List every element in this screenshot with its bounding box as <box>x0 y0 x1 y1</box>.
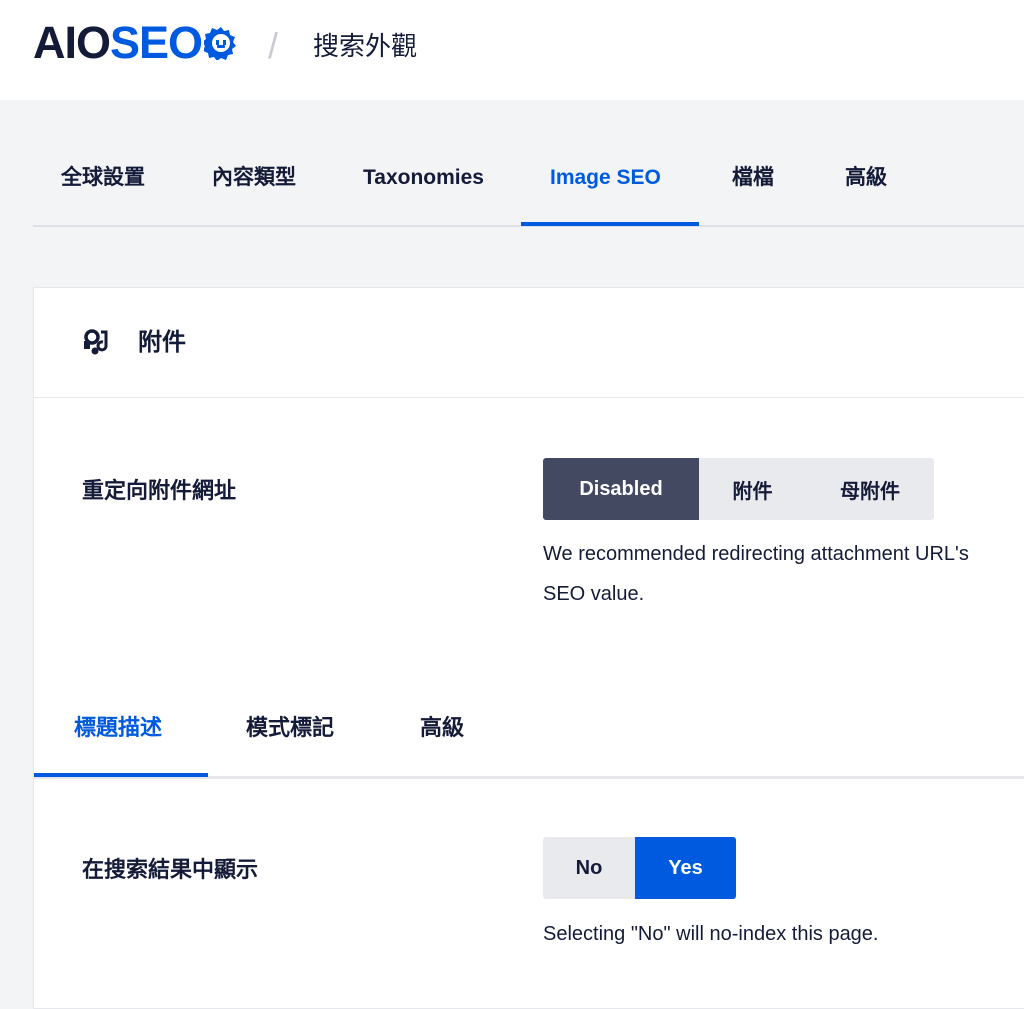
tab-archives[interactable]: 檔檔 <box>732 163 774 223</box>
page-title: 搜索外觀 <box>313 31 418 61</box>
redirect-parent-button[interactable]: 母附件 <box>806 458 934 520</box>
tab-image-seo[interactable]: Image SEO <box>550 163 661 223</box>
redirect-disabled-button[interactable]: Disabled <box>543 458 699 520</box>
header-separator: / <box>268 25 279 66</box>
main-tabs: 全球設置 內容類型 Taxonomies Image SEO 檔檔 高級 <box>33 145 1024 227</box>
tab-advanced[interactable]: 高級 <box>845 163 887 223</box>
redirect-description: We recommended redirecting attachment UR… <box>543 534 969 614</box>
sub-tabs: 標題描述 模式標記 高級 <box>34 686 1024 779</box>
aioseo-logo[interactable]: AIO SEO <box>33 18 238 68</box>
redirect-attachment-label: 重定向附件網址 <box>82 478 237 503</box>
subtab-title-description[interactable]: 標題描述 <box>74 713 162 743</box>
redirect-description-line2: SEO value. <box>543 583 645 605</box>
redirect-description-line1: We recommended redirecting attachment UR… <box>543 543 969 565</box>
tab-global-settings[interactable]: 全球設置 <box>61 163 145 223</box>
card-title: 附件 <box>138 329 186 356</box>
logo-aio-text: AIO <box>33 17 111 68</box>
subtab-advanced[interactable]: 高級 <box>420 713 464 743</box>
subtab-schema-markup[interactable]: 模式標記 <box>246 713 334 743</box>
active-tab-indicator <box>521 222 699 226</box>
logo-gear-icon <box>204 27 237 60</box>
top-bar: AIO SEO / 搜索外觀 <box>0 0 1024 100</box>
attachments-card: 附件 重定向附件網址 Disabled 附件 母附件 We recommende… <box>33 287 1024 1009</box>
tab-content-types[interactable]: 內容類型 <box>212 163 296 223</box>
show-in-search-toggle: No Yes <box>543 837 736 899</box>
logo-seo-text: SEO <box>110 17 203 68</box>
show-in-search-no-button[interactable]: No <box>543 837 635 899</box>
show-in-search-label: 在搜索結果中顯示 <box>82 857 259 882</box>
redirect-attachment-button[interactable]: 附件 <box>699 458 806 520</box>
tab-taxonomies[interactable]: Taxonomies <box>363 163 484 223</box>
show-in-search-description: Selecting "No" will no-index this page. <box>543 923 879 945</box>
active-subtab-indicator <box>34 773 208 777</box>
card-header: 附件 <box>34 288 1024 398</box>
redirect-options: Disabled 附件 母附件 <box>543 458 934 520</box>
show-in-search-yes-button[interactable]: Yes <box>635 837 736 899</box>
attachment-icon <box>81 328 111 363</box>
